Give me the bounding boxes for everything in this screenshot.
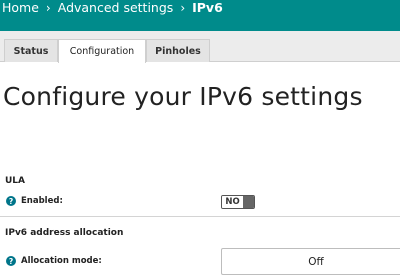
tab-configuration[interactable]: Configuration — [58, 39, 146, 63]
help-icon[interactable]: ? — [6, 196, 16, 206]
chevron-right-icon: › — [180, 0, 186, 15]
ula-enabled-row: ? Enabled: — [6, 196, 63, 206]
ula-enabled-toggle[interactable]: NO — [221, 195, 255, 209]
breadcrumb-advanced-settings[interactable]: Advanced settings — [58, 0, 174, 15]
allocation-mode-label: Allocation mode: — [21, 256, 102, 266]
header-bar: Home › Advanced settings › IPv6 — [0, 0, 400, 31]
section-title-address-allocation: IPv6 address allocation — [5, 228, 124, 238]
tab-status[interactable]: Status — [4, 39, 58, 62]
breadcrumb-home[interactable]: Home — [2, 0, 39, 15]
breadcrumb-current: IPv6 — [192, 0, 223, 15]
page-title: Configure your IPv6 settings — [3, 82, 363, 111]
section-divider — [0, 216, 400, 217]
breadcrumb: Home › Advanced settings › IPv6 — [2, 0, 223, 15]
ipv6-config-page: Home › Advanced settings › IPv6 Status C… — [0, 0, 400, 280]
allocation-mode-row: ? Allocation mode: — [6, 256, 102, 266]
ula-enabled-label: Enabled: — [21, 196, 63, 206]
help-icon[interactable]: ? — [6, 256, 16, 266]
tab-pinholes[interactable]: Pinholes — [146, 39, 210, 62]
toggle-knob — [243, 196, 254, 208]
toggle-state-label: NO — [222, 196, 243, 208]
chevron-right-icon: › — [45, 0, 51, 15]
tab-bar: Status Configuration Pinholes — [0, 31, 400, 63]
allocation-mode-select[interactable]: Off — [221, 248, 400, 275]
section-title-ula: ULA — [5, 176, 26, 186]
